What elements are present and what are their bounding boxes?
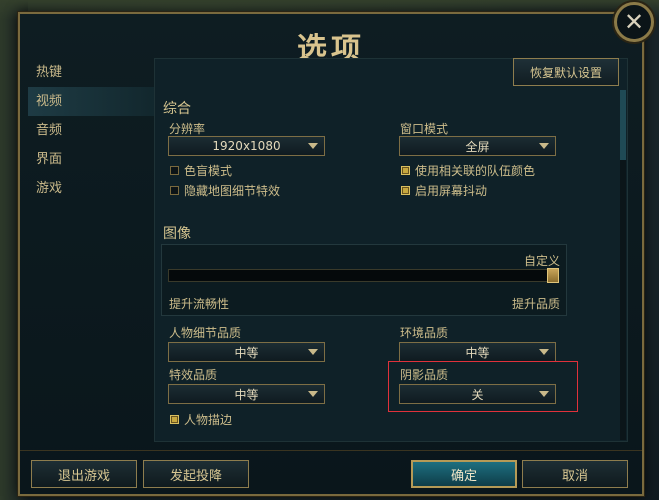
chevron-down-icon: [539, 349, 549, 355]
chevron-down-icon: [308, 391, 318, 397]
hide-detail-label: 隐藏地图细节特效: [184, 184, 281, 198]
checkbox-box-checked[interactable]: [401, 166, 410, 175]
slider-left-label: 提升流畅性: [169, 297, 230, 311]
character-quality-dropdown[interactable]: 中等: [168, 342, 325, 362]
ok-button[interactable]: 确定: [411, 460, 517, 488]
chevron-down-icon: [539, 143, 549, 149]
shadow-quality-label: 阴影品质: [400, 368, 449, 382]
checkbox-box[interactable]: [170, 166, 179, 175]
sidebar-item-sound[interactable]: 音频: [28, 116, 156, 145]
effects-quality-value: 中等: [234, 387, 259, 402]
close-button[interactable]: ✕: [614, 2, 654, 42]
restore-defaults-button[interactable]: 恢复默认设置: [513, 58, 619, 86]
sidebar-item-interface[interactable]: 界面: [28, 145, 156, 174]
section-title-graphics: 图像: [163, 226, 191, 242]
screen-shake-label: 启用屏幕抖动: [415, 184, 488, 198]
scrollbar[interactable]: [620, 90, 626, 440]
sidebar: 热键 视频 音频 界面 游戏: [28, 58, 156, 203]
resolution-dropdown[interactable]: 1920x1080: [168, 136, 325, 156]
team-colors-label: 使用相关联的队伍颜色: [415, 164, 536, 178]
graphics-quality-slider[interactable]: [168, 269, 558, 282]
graphics-preset-value: 自定义: [524, 254, 561, 268]
chevron-down-icon: [308, 143, 318, 149]
character-quality-value: 中等: [234, 345, 259, 360]
effects-quality-label: 特效品质: [169, 368, 218, 382]
sidebar-item-video[interactable]: 视频: [28, 87, 156, 116]
checkbox-box-checked[interactable]: [401, 186, 410, 195]
sidebar-item-game[interactable]: 游戏: [28, 174, 156, 203]
shadow-quality-dropdown[interactable]: 关: [399, 384, 556, 404]
screen-shake-checkbox[interactable]: 启用屏幕抖动: [401, 182, 487, 199]
shadow-quality-value: 关: [471, 387, 484, 402]
environment-quality-value: 中等: [465, 345, 490, 360]
colorblind-checkbox[interactable]: 色盲模式: [170, 162, 232, 179]
exit-game-button[interactable]: 退出游戏: [31, 460, 137, 488]
graphics-quality-slider-handle[interactable]: [547, 268, 559, 283]
cancel-button[interactable]: 取消: [522, 460, 628, 488]
window-mode-dropdown[interactable]: 全屏: [399, 136, 556, 156]
section-title-general: 综合: [163, 101, 191, 117]
environment-quality-dropdown[interactable]: 中等: [399, 342, 556, 362]
hide-detail-checkbox[interactable]: 隐藏地图细节特效: [170, 182, 280, 199]
environment-quality-label: 环境品质: [400, 326, 449, 340]
outline-label: 人物描边: [184, 413, 233, 427]
checkbox-box[interactable]: [170, 186, 179, 195]
sidebar-item-hotkeys[interactable]: 热键: [28, 58, 156, 87]
window-mode-value: 全屏: [465, 139, 490, 154]
team-colors-checkbox[interactable]: 使用相关联的队伍颜色: [401, 162, 535, 179]
colorblind-label: 色盲模式: [184, 164, 233, 178]
chevron-down-icon: [308, 349, 318, 355]
resolution-value: 1920x1080: [212, 139, 281, 153]
checkbox-box-checked[interactable]: [170, 415, 179, 424]
close-icon: ✕: [623, 8, 645, 36]
chevron-down-icon: [539, 391, 549, 397]
character-quality-label: 人物细节品质: [169, 326, 242, 340]
effects-quality-dropdown[interactable]: 中等: [168, 384, 325, 404]
footer-divider: [20, 450, 642, 451]
window-mode-label: 窗口模式: [400, 122, 449, 136]
slider-right-label: 提升品质: [512, 297, 561, 311]
resolution-label: 分辨率: [169, 122, 206, 136]
outline-checkbox[interactable]: 人物描边: [170, 411, 232, 428]
scrollbar-thumb[interactable]: [620, 90, 626, 160]
surrender-button[interactable]: 发起投降: [143, 460, 249, 488]
